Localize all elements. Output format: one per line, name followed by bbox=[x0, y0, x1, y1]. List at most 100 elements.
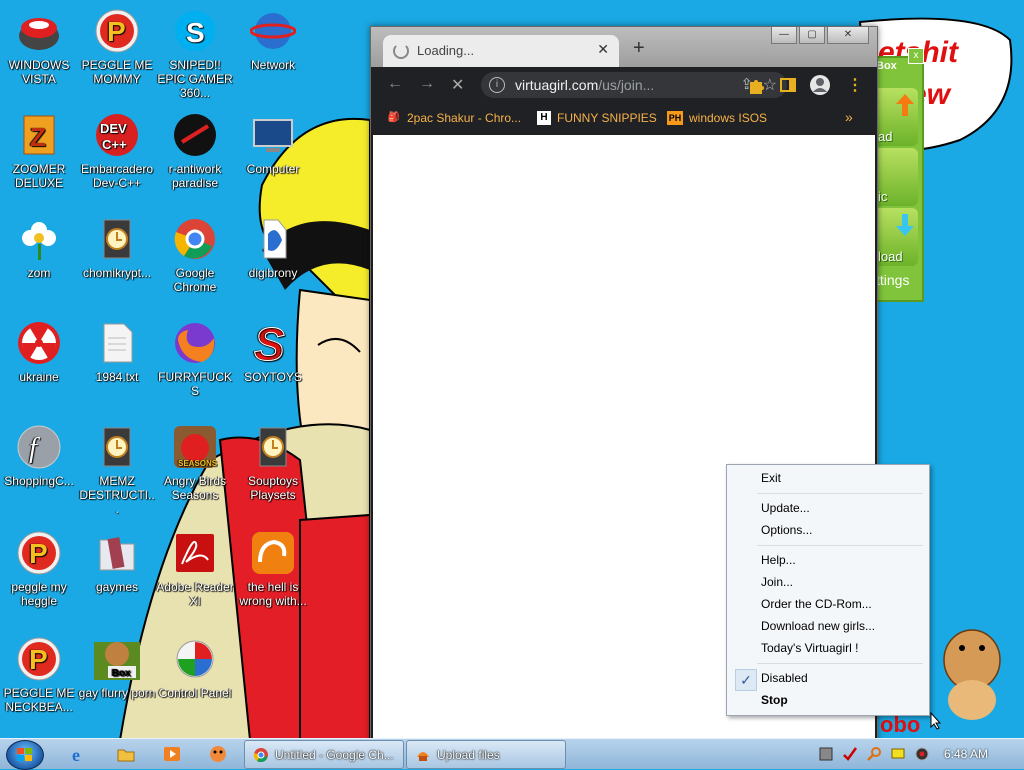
media-player-icon[interactable] bbox=[162, 744, 182, 764]
panel-button-label: ad bbox=[878, 129, 893, 144]
profile-avatar-icon[interactable] bbox=[809, 74, 831, 96]
desktop-icon-the-hell-is-wrong-with[interactable]: the hell is wrong with... bbox=[234, 530, 312, 608]
menu-item-join[interactable]: Join... bbox=[761, 575, 793, 589]
bonzi-taskbar-icon[interactable] bbox=[208, 744, 228, 764]
desktop-icon-google-chrome[interactable]: Google Chrome bbox=[156, 216, 234, 294]
svg-text:P: P bbox=[29, 644, 48, 675]
tray-virtuagirl-icon[interactable] bbox=[914, 746, 930, 762]
chrome-icon bbox=[172, 216, 218, 262]
back-arrow-icon[interactable]: ← bbox=[387, 75, 403, 93]
taskbar-button-label: Untitled - Google Ch... bbox=[275, 748, 394, 762]
desktop-icon-gay-flurry-porn[interactable]: Box gay flurry porn bbox=[78, 636, 156, 700]
svg-text:S: S bbox=[254, 320, 285, 366]
computer-icon bbox=[250, 112, 296, 158]
menu-item-options[interactable]: Options... bbox=[761, 523, 812, 537]
menu-item-download-new-girls[interactable]: Download new girls... bbox=[761, 619, 875, 633]
desktop-icon-furryfucks[interactable]: FURRYFUCKS bbox=[156, 320, 234, 398]
maximize-button[interactable]: ▢ bbox=[799, 27, 825, 44]
desktop-icon-peggle-my-heggle[interactable]: Ppeggle my heggle bbox=[0, 530, 78, 608]
desktop-icon-angry-birds-seasons[interactable]: SEASONS Angry Birds Seasons bbox=[156, 424, 234, 502]
desktop-icon-windows-vista[interactable]: WINDOWS VISTA bbox=[0, 8, 78, 86]
desktop-icon-zom[interactable]: zom bbox=[0, 216, 78, 280]
desktop-icon-embarcadero-dev-c[interactable]: DEV C++ Embarcadero Dev-C++ bbox=[78, 112, 156, 190]
menu-item-help[interactable]: Help... bbox=[761, 553, 796, 567]
desktop-icon-r-antiwork-paradise[interactable]: r-antiwork paradise bbox=[156, 112, 234, 190]
internet-explorer-icon[interactable]: e bbox=[70, 744, 90, 764]
network-icon bbox=[250, 8, 296, 54]
forward-arrow-icon[interactable]: → bbox=[419, 75, 435, 93]
panel-music-button[interactable]: ic bbox=[878, 148, 918, 206]
site-info-icon[interactable]: i bbox=[489, 77, 505, 93]
bookmark-item[interactable]: PH windows ISOS bbox=[667, 111, 767, 125]
window-close-button[interactable]: ✕ bbox=[827, 27, 869, 44]
system-clock[interactable]: 6:48 AM bbox=[944, 747, 988, 761]
tray-search-icon[interactable] bbox=[866, 746, 882, 762]
desktop-icon-peggle-me-neckbea[interactable]: P PEGGLE ME NECKBEA... bbox=[0, 636, 78, 714]
more-bookmarks-button[interactable]: » bbox=[845, 109, 853, 125]
tray-flag-icon[interactable] bbox=[890, 746, 906, 762]
desktop-icon-label: SOYTOYS bbox=[244, 370, 302, 384]
address-bar[interactable]: i virtuagirl.com/us/join... ⇪ ☆ bbox=[481, 72, 787, 98]
menu-item-disabled[interactable]: Disabled bbox=[761, 671, 808, 685]
antiwork-icon bbox=[172, 112, 218, 158]
desktop-icon-control-panel[interactable]: Control Panel bbox=[156, 636, 234, 700]
menu-item-update[interactable]: Update... bbox=[761, 501, 810, 515]
menu-item-exit[interactable]: Exit bbox=[761, 471, 781, 485]
new-tab-button[interactable]: + bbox=[633, 37, 645, 60]
menu-item-order-the-cd-rom[interactable]: Order the CD-Rom... bbox=[761, 597, 872, 611]
desktop-icon-chomikrypt[interactable]: chomikrypt... bbox=[78, 216, 156, 280]
svg-text:DEV: DEV bbox=[100, 121, 127, 136]
desktop-icon-label: gaymes bbox=[95, 580, 139, 594]
taskbar-button-label: Upload files bbox=[437, 748, 500, 762]
menu-item-stop[interactable]: Stop bbox=[761, 693, 788, 707]
tab-loading[interactable]: Loading... ✕ bbox=[383, 35, 619, 67]
desktop-icon-adobe-reader-xi[interactable]: Adobe Reader XI bbox=[156, 530, 234, 608]
desktop-icon-digibrony[interactable]: digibrony bbox=[234, 216, 312, 280]
taskbar: e Untitled - Google Ch... Upload files 6… bbox=[0, 738, 1024, 770]
desktop-icon-gaymes[interactable]: gaymes bbox=[78, 530, 156, 594]
minimize-button[interactable]: — bbox=[771, 27, 797, 44]
menu-item-today-s-virtuagirl[interactable]: Today's Virtuagirl ! bbox=[761, 641, 858, 655]
desktop-icon-computer[interactable]: Computer bbox=[234, 112, 312, 176]
desktop-icon-label: FURRYFUCKS bbox=[158, 370, 232, 398]
start-button[interactable] bbox=[6, 740, 44, 770]
panel-download-button[interactable]: ad bbox=[878, 88, 918, 146]
loading-spinner-icon bbox=[393, 43, 409, 59]
desktop-icon-shoppingc[interactable]: f ShoppingC... bbox=[0, 424, 78, 488]
bookmark-label: windows ISOS bbox=[689, 111, 768, 125]
panel-settings-link[interactable]: ttings bbox=[876, 272, 909, 288]
desktop-icon-label: Embarcadero Dev-C++ bbox=[80, 162, 154, 190]
browser-menu-icon[interactable]: ⋮ bbox=[847, 75, 863, 95]
url-path: /us/join... bbox=[598, 77, 655, 93]
desktop-icon-souptoys-playsets[interactable]: Souptoys Playsets bbox=[234, 424, 312, 502]
desktop-icon-label: WINDOWS VISTA bbox=[8, 58, 70, 86]
desktop-icon-network[interactable]: Network bbox=[234, 8, 312, 72]
bookmark-item[interactable]: H FUNNY SNIPPIES bbox=[537, 111, 657, 125]
address-url: virtuagirl.com/us/join... bbox=[515, 77, 654, 93]
taskbar-button-chrome[interactable]: Untitled - Google Ch... bbox=[244, 740, 404, 769]
desktop-icon-sniped-epic-gamer-360[interactable]: S SNIPED!! EPIC GAMER 360... bbox=[156, 8, 234, 100]
explorer-folder-icon[interactable] bbox=[116, 744, 136, 764]
panel-close-button[interactable]: x bbox=[908, 48, 924, 64]
stop-loading-icon[interactable]: ✕ bbox=[451, 75, 464, 95]
bookmark-item[interactable]: 🎒 2pac Shakur - Chro... bbox=[387, 111, 521, 125]
tray-check-icon[interactable] bbox=[842, 746, 858, 762]
extensions-puzzle-icon[interactable] bbox=[747, 76, 765, 94]
skype-icon: S bbox=[172, 8, 218, 54]
side-panel-icon[interactable] bbox=[779, 76, 797, 94]
desktop-icon-ukraine[interactable]: ukraine bbox=[0, 320, 78, 384]
desktop-icon-1984-txt[interactable]: 1984.txt bbox=[78, 320, 156, 384]
backpack-icon: 🎒 bbox=[387, 112, 401, 123]
desktop-icon-memz-destructi[interactable]: MEMZ DESTRUCTI... bbox=[78, 424, 156, 516]
bowl-icon bbox=[16, 8, 62, 54]
panel-upload-button[interactable]: load bbox=[878, 208, 918, 266]
taskbar-button-upload[interactable]: Upload files bbox=[406, 740, 566, 769]
url-host: virtuagirl.com bbox=[515, 77, 599, 93]
tab-close-button[interactable]: ✕ bbox=[597, 41, 609, 58]
desktop-icon-soytoys[interactable]: S SOYTOYS bbox=[234, 320, 312, 384]
desktop-icon-zoomer-deluxe[interactable]: Z ZOOMER DELUXE bbox=[0, 112, 78, 190]
desktop-icon-peggle-me-mommy[interactable]: P PEGGLE ME MOMMY bbox=[78, 8, 156, 86]
zoomer-icon: Z bbox=[16, 112, 62, 158]
browser-toolbar: ← → ✕ i virtuagirl.com/us/join... ⇪ ☆ ⋮ bbox=[371, 67, 877, 103]
tray-network-icon[interactable] bbox=[818, 746, 834, 762]
